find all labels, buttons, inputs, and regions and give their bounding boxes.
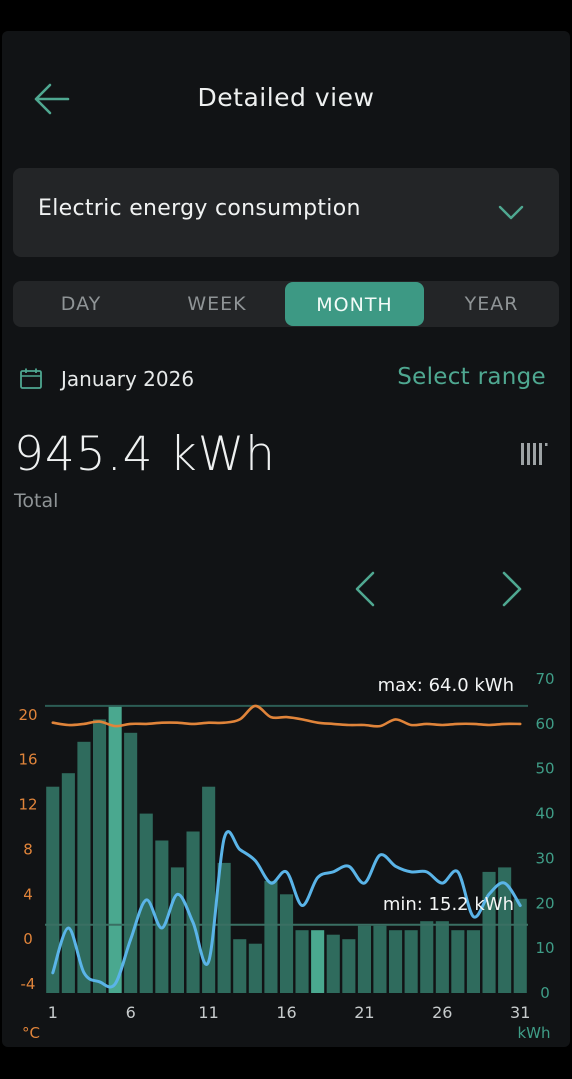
chart-bar (108, 705, 122, 993)
x-tick: 26 (432, 1003, 452, 1022)
tab-day[interactable]: DAY (13, 281, 149, 327)
chart-bar (435, 921, 449, 993)
y-left-tick: 0 (23, 930, 33, 948)
y-right-tick: 30 (535, 849, 554, 867)
chart-bar (264, 880, 278, 993)
chevron-down-icon (498, 205, 524, 220)
calendar-icon[interactable] (19, 367, 43, 391)
chart-bar (295, 930, 309, 993)
tab-week[interactable]: WEEK (149, 281, 285, 327)
y-left-tick: 8 (23, 841, 33, 859)
y-right-tick: 60 (535, 715, 554, 733)
chart-bar (170, 867, 184, 993)
chart-bar (342, 939, 356, 993)
y-left-tick: 4 (23, 885, 33, 903)
chart-bar (420, 921, 434, 993)
y-left-tick: 12 (18, 796, 37, 814)
x-tick: 31 (510, 1003, 530, 1022)
bar-chart-icon[interactable] (520, 439, 550, 467)
chart-bar (61, 773, 75, 993)
chart-bar (93, 719, 107, 993)
tab-month[interactable]: MONTH (285, 282, 424, 326)
y-right-tick: 0 (540, 984, 550, 1002)
chart-bar (326, 934, 340, 993)
chart-bar (404, 930, 418, 993)
chevron-right-icon[interactable] (496, 569, 528, 609)
chart-bar (451, 930, 465, 993)
header: Detailed view (2, 31, 570, 169)
chart-bar (248, 943, 262, 993)
y-right-tick: 70 (535, 670, 554, 688)
y-right-tick: 40 (535, 805, 554, 823)
select-range-link[interactable]: Select range (397, 364, 546, 390)
max-label: max: 64.0 kWh (378, 675, 514, 696)
chart-bar (46, 786, 60, 993)
y-left-tick: 20 (18, 706, 37, 724)
screen: Detailed view Electric energy consumptio… (2, 31, 570, 1047)
x-tick: 11 (198, 1003, 218, 1022)
period-tabs: DAY WEEK MONTH YEAR (13, 281, 559, 327)
chart-bar (233, 939, 247, 993)
x-tick: 21 (354, 1003, 374, 1022)
chart-bar (280, 894, 294, 993)
dropdown-value: Electric energy consumption (38, 196, 361, 221)
y-left-unit: °C (22, 1024, 40, 1042)
y-right-tick: 50 (535, 760, 554, 778)
chart-bar (513, 898, 527, 993)
consumption-chart: max: 64.0 kWhmin: 15.2 kWh201612840-4706… (18, 670, 554, 1042)
y-left-tick: 16 (18, 751, 37, 769)
chart-bar (466, 930, 480, 993)
total-label: Total (14, 490, 59, 512)
chart-bar (311, 930, 325, 993)
x-tick: 1 (48, 1003, 58, 1022)
chart-bar (389, 930, 403, 993)
x-tick: 6 (126, 1003, 136, 1022)
y-right-unit: kWh (517, 1024, 550, 1042)
x-tick: 16 (276, 1003, 296, 1022)
page-title: Detailed view (197, 83, 375, 112)
min-label: min: 15.2 kWh (383, 894, 514, 915)
tab-year[interactable]: YEAR (424, 281, 559, 327)
y-right-tick: 20 (535, 894, 554, 912)
chart-bar (373, 925, 387, 993)
energy-type-dropdown[interactable]: Electric energy consumption (13, 168, 559, 257)
period-label: January 2026 (61, 367, 195, 391)
period-row: January 2026 Select range (2, 361, 570, 401)
total-value: 945.4 kWh (14, 427, 276, 482)
y-left-tick: -4 (21, 975, 36, 993)
y-right-tick: 10 (535, 939, 554, 957)
indoor-temperature-line (51, 704, 522, 728)
chart-bar (357, 925, 371, 993)
chevron-left-icon[interactable] (349, 569, 381, 609)
